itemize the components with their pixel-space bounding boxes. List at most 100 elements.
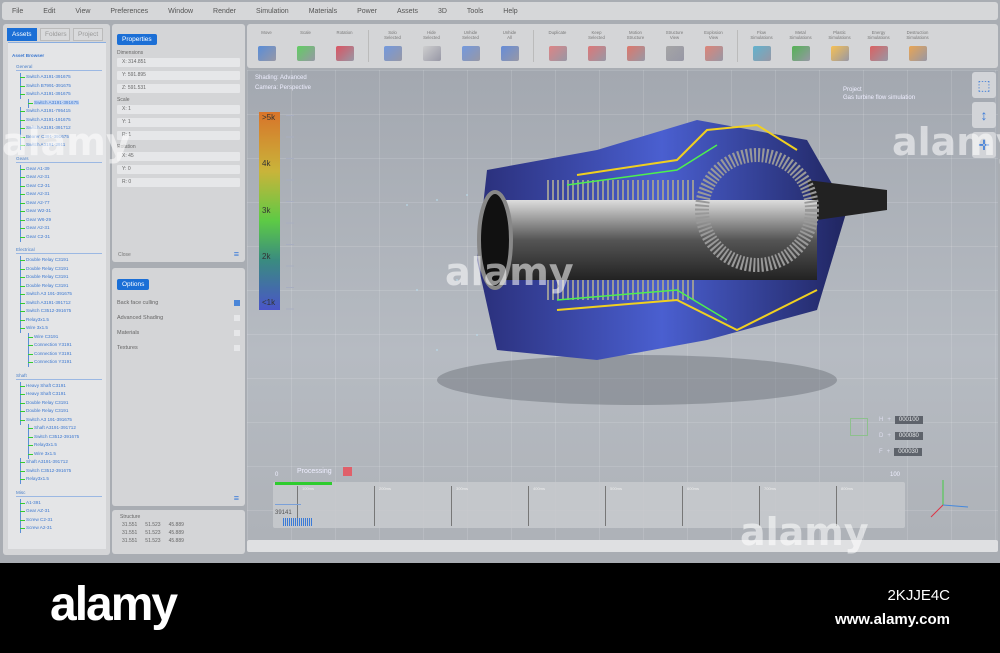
tree-item[interactable]: Shaft A3191-391712 — [12, 458, 102, 467]
tree-item[interactable]: Gear C2-31 — [12, 181, 102, 190]
tab-project[interactable]: Project — [73, 28, 103, 41]
property-field[interactable]: R: 0 — [117, 178, 240, 187]
tree-item[interactable]: Switch C3512-391675 — [12, 466, 102, 475]
tree-item[interactable]: Switch A3191-391712 — [12, 298, 102, 307]
tree-item[interactable]: Switch B7991-391675 — [12, 81, 102, 90]
select-region-icon[interactable]: ⬚ — [972, 72, 996, 98]
option-checkbox[interactable] — [234, 345, 240, 351]
property-field[interactable]: Z: 591.531 — [117, 84, 240, 93]
tool-flow-simulations[interactable]: Flow Simulations — [743, 30, 781, 66]
tree-item[interactable]: Gear A2-31 — [12, 173, 102, 182]
tool-rotation[interactable]: Rotation — [326, 30, 364, 66]
tree-group-header[interactable]: Shaft — [16, 373, 102, 380]
tree-item[interactable]: Screw C2-31 — [12, 515, 102, 524]
tool-motion-structure[interactable]: Motion Structure — [617, 30, 655, 66]
tree-item[interactable]: Switch A3 191-391675 — [12, 290, 102, 299]
tree-item[interactable]: Gear AZ-31 — [12, 507, 102, 516]
tool-energy-simulations[interactable]: Energy Simulations — [860, 30, 898, 66]
tool-move[interactable]: Move — [248, 30, 286, 66]
menu-item-file[interactable]: File — [12, 8, 23, 15]
close-button[interactable]: Close — [118, 252, 131, 258]
tree-item[interactable]: Wire 3x1.5 — [12, 324, 102, 333]
menu-item-materials[interactable]: Materials — [309, 8, 337, 15]
property-field[interactable]: X: 314.851 — [117, 58, 240, 67]
tool-keep-selected[interactable]: Keep Selected — [578, 30, 616, 66]
menu-item-render[interactable]: Render — [213, 8, 236, 15]
tree-item[interactable]: Relay3x1.5 — [12, 475, 102, 484]
tree-item[interactable]: Double Relay C3191 — [12, 407, 102, 416]
tree-group-header[interactable]: Misc — [16, 490, 102, 497]
tree-item[interactable]: Heavy Shaft C3191 — [12, 390, 102, 399]
option-row[interactable]: Advanced Shading — [117, 315, 240, 321]
tree-item[interactable]: Connection Y3191 — [12, 358, 102, 367]
tree-item[interactable]: Gear W6-29 — [12, 215, 102, 224]
option-checkbox[interactable] — [234, 300, 240, 306]
tree-item[interactable]: Switch A3191-391675 — [12, 98, 102, 107]
menu-item-simulation[interactable]: Simulation — [256, 8, 289, 15]
tree-item[interactable]: Relay3x1.5 — [12, 441, 102, 450]
tree-item[interactable]: Gear C2-31 — [12, 232, 102, 241]
option-row[interactable]: Materials — [117, 330, 240, 336]
tree-item[interactable]: Connection Y3191 — [12, 341, 102, 350]
tree-item[interactable]: Relay3x1.5 — [12, 315, 102, 324]
tool-duplicate[interactable]: Duplicate — [539, 30, 577, 66]
tree-item[interactable]: Switch A3191-795415 — [12, 107, 102, 116]
tree-item[interactable]: Switch A3191-391675 — [12, 90, 102, 99]
tree-item[interactable]: Switch A3 191-391675 — [12, 415, 102, 424]
menu-item-window[interactable]: Window — [168, 8, 193, 15]
menu-icon[interactable]: ≡ — [234, 493, 239, 503]
tool-unhide-all[interactable]: Unhide All — [491, 30, 529, 66]
property-field[interactable]: Y: 591.895 — [117, 71, 240, 80]
tree-item[interactable]: Double Relay C3191 — [12, 398, 102, 407]
tree-item[interactable]: Gear A1-39 — [12, 164, 102, 173]
tree-item[interactable]: Gear A2-31 — [12, 224, 102, 233]
tree-item[interactable]: Gear A2-31 — [12, 190, 102, 199]
tree-item[interactable]: Switch A3191-391675 — [12, 73, 102, 82]
tool-plastic-simulations[interactable]: Plastic Simulations — [821, 30, 859, 66]
menu-item-edit[interactable]: Edit — [43, 8, 55, 15]
tool-scale[interactable]: Scale — [287, 30, 325, 66]
property-field[interactable]: X: 1 — [117, 105, 240, 114]
tree-item[interactable]: Double Relay C3191 — [12, 256, 102, 265]
tree-item[interactable]: A1-391 — [12, 498, 102, 507]
property-field[interactable]: Y: 1 — [117, 118, 240, 127]
coord-value[interactable]: 000080 — [894, 432, 923, 440]
tree-group-header[interactable]: General — [16, 64, 102, 71]
menu-item-view[interactable]: View — [75, 8, 90, 15]
menu-item-tools[interactable]: Tools — [467, 8, 483, 15]
tree-item[interactable]: Double Relay C3191 — [12, 281, 102, 290]
menu-item-preferences[interactable]: Preferences — [110, 8, 148, 15]
tab-folders[interactable]: Folders — [40, 28, 70, 41]
coord-value[interactable]: 000030 — [894, 448, 923, 456]
tool-unhide-selected[interactable]: Unhide Selected — [452, 30, 490, 66]
option-row[interactable]: Textures — [117, 345, 240, 351]
tree-item[interactable]: Wire 3x1.5 — [12, 449, 102, 458]
menu-icon[interactable]: ≡ — [234, 249, 239, 259]
tree-item[interactable]: Switch C3512-391675 — [12, 432, 102, 441]
tree-item[interactable]: Screw A2-31 — [12, 524, 102, 533]
property-field[interactable]: R: 1 — [117, 131, 240, 140]
option-checkbox[interactable] — [234, 315, 240, 321]
tab-assets[interactable]: Assets — [7, 28, 37, 41]
option-checkbox[interactable] — [234, 330, 240, 336]
coord-value[interactable]: 000100 — [894, 416, 923, 424]
tree-item[interactable]: Double Relay C3191 — [12, 273, 102, 282]
tool-hide-selected[interactable]: Hide Selected — [413, 30, 451, 66]
tool-solo-selected[interactable]: Solo Selected — [374, 30, 412, 66]
tool-destruction-simulations[interactable]: Destruction Simulations — [899, 30, 937, 66]
tree-group-header[interactable]: Electrical — [16, 247, 102, 254]
tree-item[interactable]: Switch C3512-391675 — [12, 307, 102, 316]
tool-metal-simulations[interactable]: Metal Simulations — [782, 30, 820, 66]
tool-structure-view[interactable]: Structure View — [656, 30, 694, 66]
property-field[interactable]: X: 45 — [117, 152, 240, 161]
menu-item-assets[interactable]: Assets — [397, 8, 418, 15]
tree-item[interactable]: Gear A2-77 — [12, 198, 102, 207]
menu-item-power[interactable]: Power — [357, 8, 377, 15]
tree-item[interactable]: Shaft A3191-391712 — [12, 424, 102, 433]
option-row[interactable]: Back face culling — [117, 300, 240, 306]
stop-button[interactable] — [343, 467, 352, 476]
tree-item[interactable]: Wire C3191 — [12, 332, 102, 341]
tree-item[interactable]: Heavy Shaft C3191 — [12, 381, 102, 390]
3d-viewport[interactable]: Shading: Advanced Camera: Perspective Pr… — [247, 70, 998, 540]
tree-item[interactable]: Double Relay C3191 — [12, 264, 102, 273]
